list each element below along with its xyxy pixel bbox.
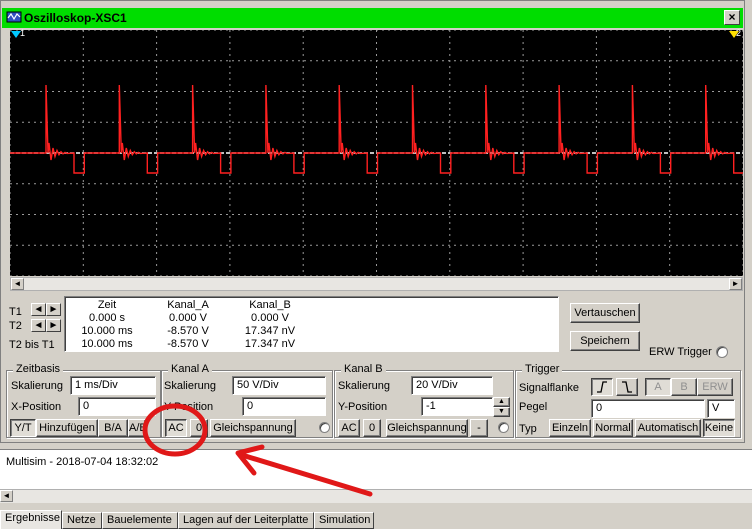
- tab-bauelemente[interactable]: Bauelemente: [102, 512, 178, 529]
- readout-header-kanal-b: Kanal_B: [249, 299, 291, 311]
- oscilloscope-screen: 1 2: [9, 28, 745, 277]
- tab-ergebnisse[interactable]: Ergebnisse: [0, 510, 62, 529]
- timebase-scale-label: Skalierung: [11, 380, 63, 392]
- output-log: Multisim - 2018-07-04 18:32:02: [0, 449, 752, 489]
- readout-cell: -8.570 V: [167, 325, 209, 337]
- scroll-left-icon[interactable]: ◄: [11, 278, 24, 290]
- cursor-2-label: 2: [736, 28, 742, 38]
- channel-b-dc-button[interactable]: Gleichspannung: [386, 419, 468, 437]
- trigger-title: Trigger: [522, 363, 563, 375]
- trigger-type-label: Typ: [519, 423, 537, 435]
- channel-a-radio[interactable]: [319, 422, 330, 433]
- oscilloscope-app-icon: [6, 11, 22, 23]
- trigger-none-button[interactable]: Keine: [703, 419, 735, 437]
- save-button[interactable]: Speichern: [570, 331, 640, 351]
- cursor-1-label: 1: [20, 28, 26, 38]
- readout-cell: -8.570 V: [167, 338, 209, 350]
- spin-down-icon[interactable]: ▼: [493, 407, 510, 417]
- channel-a-scale-label: Skalierung: [164, 380, 216, 392]
- channel-b-scale-field[interactable]: 20 V/Div: [411, 376, 493, 395]
- readout-cell: 10.000 ms: [81, 338, 133, 350]
- mode-ab-button[interactable]: A/B: [128, 419, 146, 437]
- channel-b-scale-label: Skalierung: [338, 380, 390, 392]
- trigger-level-label: Pegel: [519, 401, 548, 413]
- channel-a-scale-field[interactable]: 50 V/Div: [232, 376, 326, 395]
- channel-a-ypos-field[interactable]: 0: [242, 397, 326, 416]
- channel-b-title: Kanal B: [341, 363, 386, 375]
- trigger-edge-label: Signalflanke: [519, 382, 579, 394]
- trigger-level-unit[interactable]: V: [707, 399, 735, 418]
- channel-a-zero-button[interactable]: 0: [190, 419, 208, 437]
- ext-trigger-label: ERW Trigger: [649, 346, 712, 358]
- falling-edge-icon: [622, 381, 632, 393]
- readout-cell: 0.000 V: [251, 312, 289, 324]
- timebase-scale-field[interactable]: 1 ms/Div: [70, 376, 156, 395]
- bottom-tab-bar: Ergebnisse Netze Bauelemente Lagen auf d…: [0, 510, 752, 529]
- ext-trigger-radio[interactable]: [716, 346, 728, 358]
- mode-add-button[interactable]: Hinzufügen: [36, 419, 98, 437]
- t2-left-arrow-icon[interactable]: ◄: [31, 319, 46, 332]
- trace-channel-a: [10, 84, 745, 174]
- swap-button[interactable]: Vertauschen: [570, 303, 640, 323]
- oscilloscope-window: Oszilloskop-XSC1 × 1 2 ◄ ► T1 ◄ ► T2 ◄ ►…: [0, 0, 745, 443]
- tab-lagen[interactable]: Lagen auf der Leiterplatte: [178, 512, 314, 529]
- mode-ba-button[interactable]: B/A: [98, 419, 128, 437]
- log-scroll-left-icon[interactable]: ◄: [0, 490, 13, 502]
- title-bar[interactable]: Oszilloskop-XSC1 ×: [2, 8, 743, 28]
- readout-cell: 10.000 ms: [81, 325, 133, 337]
- trigger-source-b-button[interactable]: B: [671, 378, 697, 396]
- tab-netze[interactable]: Netze: [62, 512, 102, 529]
- channel-b-minus-button[interactable]: -: [470, 419, 488, 437]
- mode-yt-button[interactable]: Y/T: [10, 419, 36, 437]
- trigger-auto-button[interactable]: Automatisch: [635, 419, 701, 437]
- readout-cell: 17.347 nV: [244, 338, 296, 350]
- t2-label: T2: [9, 320, 22, 332]
- readout-header-zeit: Zeit: [97, 299, 117, 311]
- tab-simulation[interactable]: Simulation: [314, 512, 374, 529]
- readout-header-kanal-a: Kanal_A: [167, 299, 209, 311]
- timebase-title: Zeitbasis: [13, 363, 64, 375]
- t1-label: T1: [9, 306, 22, 318]
- trigger-single-button[interactable]: Einzeln: [549, 419, 591, 437]
- channel-a-ac-button[interactable]: AC: [165, 419, 187, 437]
- rising-edge-icon: [597, 381, 607, 393]
- timebase-xpos-label: X-Position: [11, 401, 62, 413]
- t1-left-arrow-icon[interactable]: ◄: [31, 303, 46, 316]
- channel-a-dc-button[interactable]: Gleichspannung: [210, 419, 296, 437]
- readout-cell: 0.000 s: [88, 312, 126, 324]
- readout-cell: 0.000 V: [169, 312, 207, 324]
- timebase-xpos-field[interactable]: 0: [78, 397, 156, 416]
- window-title: Oszilloskop-XSC1: [24, 11, 127, 25]
- channel-b-ypos-field[interactable]: -1: [421, 397, 493, 416]
- t2-right-arrow-icon[interactable]: ►: [46, 319, 61, 332]
- close-button[interactable]: ×: [724, 10, 740, 25]
- trigger-source-ext-button[interactable]: ERW: [697, 378, 733, 396]
- trigger-normal-button[interactable]: Normal: [593, 419, 633, 437]
- log-horizontal-scrollbar[interactable]: ◄: [0, 489, 752, 503]
- channel-a-title: Kanal A: [168, 363, 212, 375]
- trigger-source-a-button[interactable]: A: [645, 378, 671, 396]
- channel-a-ypos-label: Y-Position: [164, 401, 214, 413]
- scroll-right-icon[interactable]: ►: [729, 278, 742, 290]
- rising-edge-button[interactable]: [591, 378, 613, 396]
- channel-b-ac-button[interactable]: AC: [338, 419, 360, 437]
- t1-right-arrow-icon[interactable]: ►: [46, 303, 61, 316]
- trigger-level-field[interactable]: 0: [591, 399, 705, 418]
- channel-b-radio[interactable]: [498, 422, 509, 433]
- scope-display: [9, 29, 745, 277]
- channel-b-zero-button[interactable]: 0: [363, 419, 381, 437]
- spin-up-icon[interactable]: ▲: [493, 397, 510, 407]
- scope-horizontal-scrollbar[interactable]: ◄ ►: [10, 277, 743, 291]
- channel-b-ypos-label: Y-Position: [338, 401, 388, 413]
- t2-bis-t1-label: T2 bis T1: [9, 339, 55, 351]
- cursor-readout-table: Zeit Kanal_A Kanal_B 0.000 s 0.000 V 0.0…: [64, 296, 559, 352]
- readout-cell: 17.347 nV: [244, 325, 296, 337]
- falling-edge-button[interactable]: [616, 378, 638, 396]
- status-message: Multisim - 2018-07-04 18:32:02: [6, 456, 159, 468]
